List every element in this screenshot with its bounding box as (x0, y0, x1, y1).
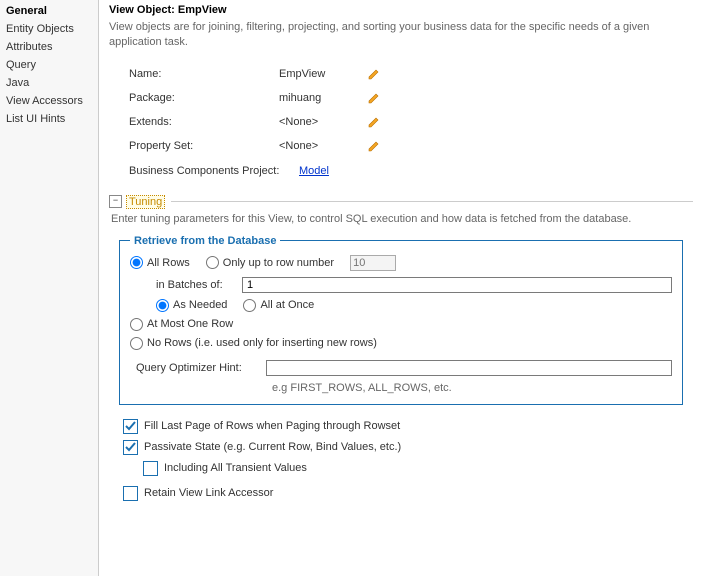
package-label: Package: (109, 92, 279, 104)
tuning-description: Enter tuning parameters for this View, t… (111, 213, 693, 225)
name-label: Name: (109, 68, 279, 80)
passivate-state-label: Passivate State (e.g. Current Row, Bind … (144, 441, 401, 453)
sidebar: General Entity Objects Attributes Query … (0, 0, 99, 576)
retain-view-link-label: Retain View Link Accessor (144, 487, 273, 499)
only-up-to-radio[interactable]: Only up to row number (206, 256, 334, 269)
property-set-label: Property Set: (109, 140, 279, 152)
property-set-value: <None> (279, 140, 359, 152)
collapse-icon[interactable]: − (109, 195, 122, 208)
main-panel: View Object: EmpView View objects are fo… (99, 0, 703, 576)
batches-input[interactable] (242, 277, 672, 293)
query-hint-label: Query Optimizer Hint: (130, 362, 266, 374)
query-hint-example: e.g FIRST_ROWS, ALL_ROWS, etc. (272, 382, 672, 394)
at-most-one-label: At Most One Row (147, 318, 233, 330)
sidebar-item-entity-objects[interactable]: Entity Objects (0, 20, 98, 38)
fill-last-page-checkbox[interactable] (123, 419, 138, 434)
sidebar-item-general[interactable]: General (0, 2, 98, 20)
no-rows-label: No Rows (i.e. used only for inserting ne… (147, 337, 377, 349)
fill-last-page-label: Fill Last Page of Rows when Paging throu… (144, 420, 400, 432)
no-rows-radio[interactable]: No Rows (i.e. used only for inserting ne… (130, 337, 377, 350)
all-at-once-radio[interactable]: All at Once (243, 299, 314, 312)
all-rows-label: All Rows (147, 257, 190, 269)
pencil-icon[interactable] (367, 139, 381, 153)
all-at-once-label: All at Once (260, 299, 314, 311)
page-title: View Object: EmpView (109, 4, 693, 16)
sidebar-item-attributes[interactable]: Attributes (0, 38, 98, 56)
retrieve-fieldset: Retrieve from the Database All Rows Only… (119, 235, 683, 405)
including-transient-checkbox[interactable] (143, 461, 158, 476)
sidebar-item-java[interactable]: Java (0, 74, 98, 92)
as-needed-label: As Needed (173, 299, 227, 311)
only-up-to-label: Only up to row number (223, 257, 334, 269)
all-rows-radio[interactable]: All Rows (130, 256, 190, 269)
pencil-icon[interactable] (367, 91, 381, 105)
extends-value: <None> (279, 116, 359, 128)
sidebar-item-query[interactable]: Query (0, 56, 98, 74)
sidebar-item-view-accessors[interactable]: View Accessors (0, 92, 98, 110)
extends-label: Extends: (109, 116, 279, 128)
retrieve-legend: Retrieve from the Database (130, 235, 280, 247)
page-description: View objects are for joining, filtering,… (109, 20, 693, 51)
name-value: EmpView (279, 68, 359, 80)
as-needed-radio[interactable]: As Needed (156, 299, 227, 312)
row-number-input[interactable] (350, 255, 396, 271)
passivate-state-checkbox[interactable] (123, 440, 138, 455)
in-batches-label: in Batches of: (156, 279, 242, 291)
sidebar-item-list-ui-hints[interactable]: List UI Hints (0, 110, 98, 128)
including-transient-label: Including All Transient Values (164, 462, 307, 474)
bc-project-label: Business Components Project: (109, 165, 299, 177)
bc-project-link[interactable]: Model (299, 165, 329, 177)
pencil-icon[interactable] (367, 67, 381, 81)
at-most-one-radio[interactable]: At Most One Row (130, 318, 233, 331)
pencil-icon[interactable] (367, 115, 381, 129)
tuning-section-title: Tuning (126, 195, 165, 209)
query-hint-input[interactable] (266, 360, 672, 376)
retain-view-link-checkbox[interactable] (123, 486, 138, 501)
package-value: mihuang (279, 92, 359, 104)
